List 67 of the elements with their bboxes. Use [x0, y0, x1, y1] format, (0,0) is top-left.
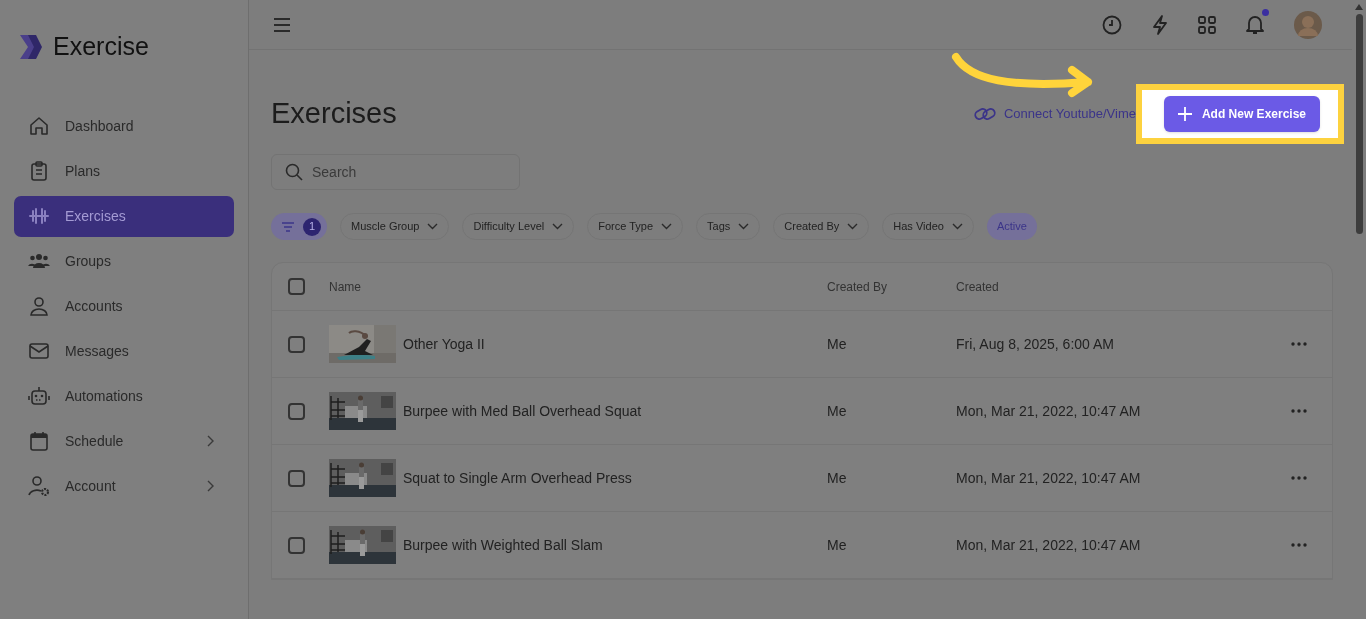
bell-icon[interactable] — [1246, 14, 1264, 35]
table-cell-text: Me — [827, 401, 848, 421]
table-cell-text: Mon, Mar 21, 2022, 10:47 AM — [956, 401, 1142, 421]
chevron-down-icon — [738, 223, 750, 230]
column-header: Created By — [827, 278, 889, 296]
checkbox[interactable] — [288, 469, 305, 487]
filter-button[interactable]: 1 — [271, 213, 327, 240]
more-icon[interactable] — [1291, 409, 1307, 413]
home-icon — [28, 115, 50, 137]
plus-icon — [1177, 107, 1192, 121]
nav-item[interactable]: Groups — [14, 240, 234, 282]
search-field[interactable]: Search — [271, 154, 520, 190]
clipboard-icon — [28, 160, 50, 182]
table-cell-text: Me — [827, 535, 848, 555]
exercise-name[interactable]: Burpee with Med Ball Overhead Squat — [403, 400, 642, 422]
filter-count: 1 — [303, 217, 321, 236]
table-cell-text: Fri, Aug 8, 2025, 6:00 AM — [956, 334, 1115, 354]
checkbox[interactable] — [288, 278, 305, 295]
table-cell-text: Me — [827, 468, 848, 488]
table-cell-text: Me — [827, 334, 848, 354]
checkbox[interactable] — [288, 402, 305, 420]
table-cell-text: Mon, Mar 21, 2022, 10:47 AM — [956, 468, 1142, 488]
chevron-down-icon — [552, 223, 564, 230]
nav-item[interactable]: Exercises — [14, 195, 234, 237]
user-gear-icon — [28, 475, 50, 497]
scrollbar-thumb[interactable] — [1355, 14, 1363, 234]
more-icon[interactable] — [1291, 342, 1307, 346]
robot-icon — [28, 385, 50, 407]
user-icon — [28, 295, 50, 317]
filter-icon — [281, 220, 295, 233]
nav-item[interactable]: Dashboard — [14, 105, 234, 147]
exercise-name[interactable]: Burpee with Weighted Ball Slam — [403, 534, 603, 556]
exercise-name[interactable]: Squat to Single Arm Overhead Press — [403, 467, 632, 489]
active-filter[interactable]: Active — [986, 213, 1037, 240]
chevron-down-icon — [661, 223, 673, 230]
nav-item[interactable]: Automations — [14, 375, 234, 417]
link-icon — [973, 106, 996, 122]
checkbox[interactable] — [288, 536, 305, 554]
more-icon[interactable] — [1291, 543, 1307, 547]
column-header: Name — [329, 278, 362, 296]
add-exercise-button[interactable]: Add New Exercise — [1163, 96, 1320, 132]
connect-link[interactable]: Connect Youtube/Vime — [973, 104, 1136, 124]
clock-icon[interactable] — [1102, 14, 1122, 35]
nav-item[interactable]: Account — [14, 465, 234, 507]
menu-icon[interactable] — [273, 17, 291, 32]
calendar-icon — [28, 430, 50, 452]
table-cell-text: Mon, Mar 21, 2022, 10:47 AM — [956, 535, 1142, 555]
column-header: Created — [956, 278, 999, 296]
chevron-down-icon — [427, 223, 439, 230]
mail-icon — [28, 340, 50, 362]
nav-item[interactable]: Accounts — [14, 285, 234, 327]
nav-item[interactable]: Schedule — [14, 420, 234, 462]
page-title: Exercises — [271, 96, 397, 132]
chevron-down-icon — [847, 223, 859, 230]
checkbox[interactable] — [288, 335, 305, 353]
more-icon[interactable] — [1291, 476, 1307, 480]
nav-item[interactable]: Plans — [14, 150, 234, 192]
brand-name: Exercise — [53, 31, 149, 62]
scroll-up-icon[interactable] — [1355, 4, 1363, 10]
exercise-name[interactable]: Other Yoga II — [403, 333, 485, 355]
chevron-down-icon — [951, 223, 963, 230]
grid-icon[interactable] — [1198, 15, 1216, 34]
nav-item[interactable]: Messages — [14, 330, 234, 372]
search-icon — [285, 163, 303, 181]
logo-icon — [17, 32, 45, 61]
lightning-icon[interactable] — [1152, 14, 1168, 35]
dumbbell-icon — [28, 205, 50, 227]
